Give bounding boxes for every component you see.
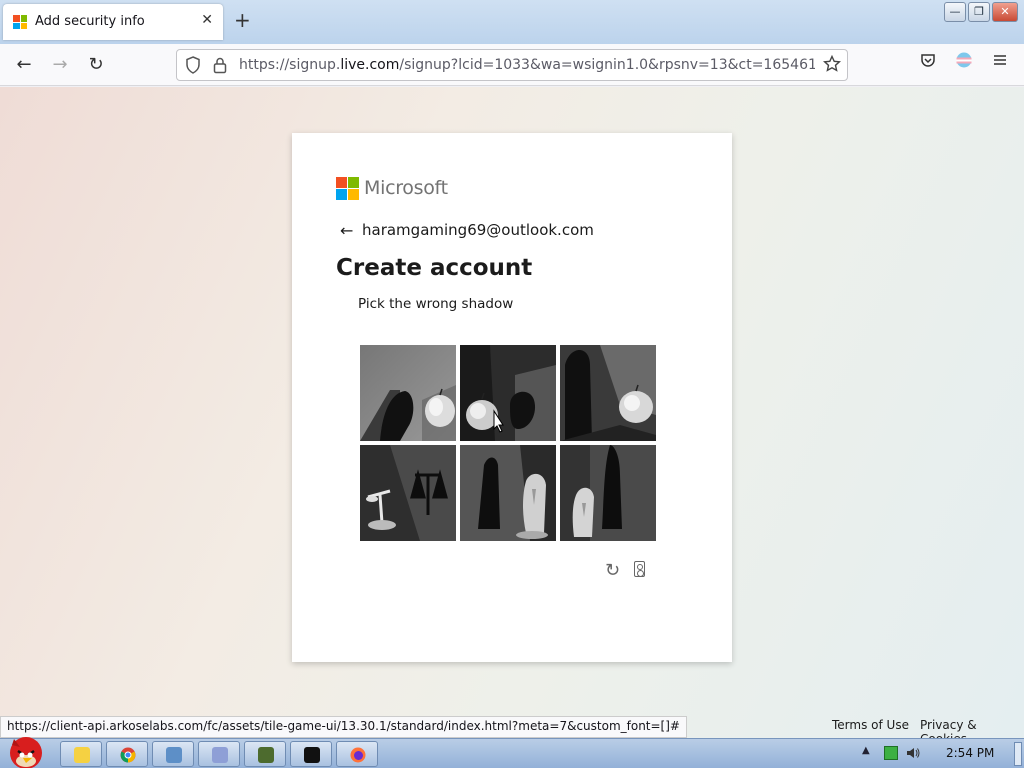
captcha-prompt: Pick the wrong shadow bbox=[358, 296, 514, 312]
signup-card: Microsoft ← haramgaming69@outlook.com Cr… bbox=[292, 133, 732, 662]
taskbar-minecraft[interactable] bbox=[244, 741, 286, 767]
browser-titlebar: Add security info ✕ + — ❐ ✕ bbox=[0, 0, 1024, 44]
navigation-toolbar: ← → ↻ https://signup.live.com/signup?lci… bbox=[0, 44, 1024, 86]
tab-add-security-info[interactable]: Add security info ✕ bbox=[3, 4, 223, 40]
restore-button[interactable]: ❐ bbox=[968, 2, 990, 22]
firefox-icon bbox=[350, 747, 366, 763]
new-tab-button[interactable]: + bbox=[234, 10, 251, 30]
taskbar-chrome[interactable] bbox=[106, 741, 148, 767]
page-content: Microsoft ← haramgaming69@outlook.com Cr… bbox=[0, 87, 1024, 746]
hamburger-menu-icon[interactable] bbox=[992, 52, 1008, 68]
taskbar-window-app[interactable] bbox=[152, 741, 194, 767]
captcha-tile-2-selected[interactable] bbox=[460, 345, 556, 441]
captcha-tile-1[interactable] bbox=[360, 345, 456, 441]
captcha-tile-grid bbox=[360, 345, 656, 541]
captcha-tile-5[interactable] bbox=[460, 445, 556, 541]
pocket-icon[interactable] bbox=[920, 52, 936, 68]
start-button-angry-bird-icon[interactable] bbox=[4, 731, 48, 768]
status-bar-url: https://client-api.arkoselabs.com/fc/ass… bbox=[0, 716, 687, 738]
show-desktop-button[interactable] bbox=[1014, 742, 1022, 766]
forward-button[interactable]: → bbox=[47, 52, 73, 78]
terms-of-use-link[interactable]: Terms of Use bbox=[832, 718, 909, 732]
bookmark-star-icon[interactable] bbox=[823, 55, 841, 73]
close-window-button[interactable]: ✕ bbox=[992, 2, 1018, 22]
tab-close-icon[interactable]: ✕ bbox=[201, 12, 213, 28]
back-button[interactable]: ← bbox=[11, 52, 37, 78]
address-bar[interactable]: https://signup.live.com/signup?lcid=1033… bbox=[176, 49, 848, 81]
windows-taskbar: ▲ 2:54 PM bbox=[0, 737, 1024, 768]
taskbar-clock[interactable]: 2:54 PM bbox=[946, 746, 994, 760]
url-text[interactable]: https://signup.live.com/signup?lcid=1033… bbox=[239, 57, 815, 73]
window-controls: — ❐ ✕ bbox=[944, 2, 1018, 22]
microsoft-logo-icon bbox=[336, 177, 359, 200]
back-arrow-icon[interactable]: ← bbox=[340, 221, 353, 240]
chrome-icon bbox=[120, 747, 136, 763]
microsoft-wordmark: Microsoft bbox=[364, 177, 448, 199]
minimize-button[interactable]: — bbox=[944, 2, 966, 22]
captcha-tile-3[interactable] bbox=[560, 345, 656, 441]
tracking-protection-shield-icon[interactable] bbox=[185, 56, 201, 74]
captcha-tile-6[interactable] bbox=[560, 445, 656, 541]
captcha-audio-icon[interactable] bbox=[634, 561, 645, 577]
taskbar-firefox[interactable] bbox=[336, 741, 378, 767]
tab-title: Add security info bbox=[35, 14, 145, 29]
volume-icon[interactable] bbox=[906, 746, 920, 760]
reload-button[interactable]: ↻ bbox=[83, 52, 109, 78]
taskbar-app-4[interactable] bbox=[198, 741, 240, 767]
account-avatar-icon[interactable] bbox=[956, 52, 972, 68]
lock-icon[interactable] bbox=[213, 56, 227, 74]
page-title: Create account bbox=[336, 255, 533, 281]
account-email: haramgaming69@outlook.com bbox=[362, 221, 594, 239]
tray-overflow-icon[interactable]: ▲ bbox=[862, 745, 870, 756]
taskbar-explorer[interactable] bbox=[60, 741, 102, 767]
captcha-tile-4[interactable] bbox=[360, 445, 456, 541]
taskbar-terminal[interactable] bbox=[290, 741, 332, 767]
network-icon[interactable] bbox=[884, 746, 898, 760]
captcha-reload-icon[interactable]: ↻ bbox=[605, 560, 620, 581]
microsoft-favicon-icon bbox=[13, 15, 27, 29]
